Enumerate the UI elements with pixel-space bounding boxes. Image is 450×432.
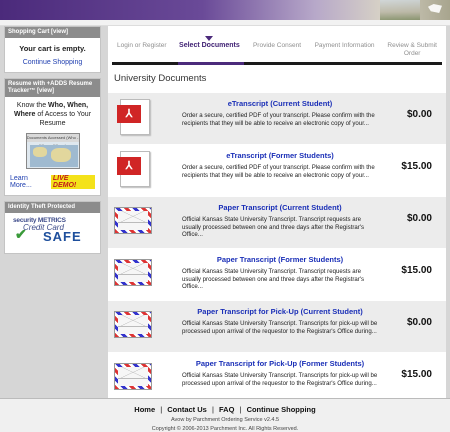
step-label: Login or Register (117, 42, 167, 49)
tracker-description: Know the Who, When, Where of Access to Y… (5, 97, 100, 130)
product-title[interactable]: Paper Transcript for Pick-Up (Former Stu… (182, 359, 378, 368)
page: Shopping Cart [view] Your cart is empty.… (0, 0, 450, 432)
product-price: $15.00 (401, 369, 432, 380)
product-title[interactable]: Paper Transcript for Pick-Up (Current St… (182, 307, 378, 316)
product-description: Order a secure, certified PDF of your tr… (182, 164, 375, 179)
step-provide-consent: Provide Consent (243, 36, 311, 64)
tracker-text-2: of Access to Your Resume (37, 111, 92, 127)
main-content: Login or Register Select Documents Provi… (108, 26, 446, 398)
step-label: Provide Consent (252, 42, 302, 49)
product-description: Official Kansas State University Transcr… (182, 372, 378, 387)
footer-nav: Home | Contact Us | FAQ | Continue Shopp… (0, 399, 450, 414)
live-demo-link[interactable]: LIVE DEMO! (50, 175, 95, 189)
product-row[interactable]: Paper Transcript for Pick-Up (Former Stu… (108, 352, 446, 404)
step-login[interactable]: Login or Register (108, 36, 176, 64)
footer-separator: | (239, 405, 242, 414)
security-metrics-badge[interactable]: security METRICS Credit Card ✔ SAFE (13, 217, 92, 247)
step-review-submit: Review & Submit Order (378, 36, 446, 64)
order-steps: Login or Register Select Documents Provi… (108, 36, 446, 64)
product-row[interactable]: Paper Transcript for Pick-Up (Current St… (108, 300, 446, 352)
footer-version: Avow by Parchment Ordering Service v2.4.… (170, 417, 280, 423)
cart-view-link[interactable]: [view] (51, 29, 68, 35)
product-description: Official Kansas State University Transcr… (182, 216, 365, 238)
product-list: ⅄ eTranscript (Current Student) Order a … (108, 92, 446, 404)
resume-tracker-header: Resume with +ADDS Resume Tracker™ [view] (5, 79, 100, 97)
footer-copyright: Copyright © 2006-2013 Parchment Inc. All… (151, 426, 299, 432)
pdf-icon: ⅄ (114, 97, 154, 137)
step-label: Select Documents (179, 42, 240, 49)
footer-faq-link[interactable]: FAQ (219, 405, 234, 414)
product-price: $0.00 (406, 213, 432, 224)
tracker-view-link[interactable]: [view] (37, 88, 54, 94)
section-title: University Documents (114, 73, 207, 84)
envelope-icon (114, 357, 154, 397)
shopping-cart-title: Shopping Cart (8, 29, 50, 35)
product-row[interactable]: ⅄ eTranscript (Former Students) Order a … (108, 144, 446, 196)
identity-theft-box: Identity Theft Protected security METRIC… (4, 201, 101, 254)
footer: Home | Contact Us | FAQ | Continue Shopp… (0, 398, 450, 432)
university-logo (428, 4, 442, 13)
continue-shopping-link[interactable]: Continue Shopping (5, 59, 100, 72)
tracker-map-label: Documents Accessed (Who - When - Where) (26, 134, 79, 148)
footer-continue-shopping-link[interactable]: Continue Shopping (247, 405, 316, 414)
product-description: Official Kansas State University Transcr… (182, 268, 365, 290)
footer-home-link[interactable]: Home (134, 405, 155, 414)
footer-separator: | (160, 405, 163, 414)
product-description: Official Kansas State University Transcr… (182, 320, 378, 335)
product-price: $0.00 (406, 317, 432, 328)
campus-photo (380, 0, 420, 20)
footer-separator: | (211, 405, 214, 414)
product-row[interactable]: Paper Transcript (Former Students) Offic… (108, 248, 446, 300)
cart-empty-message: Your cart is empty. (19, 44, 86, 53)
product-title[interactable]: eTranscript (Current Student) (182, 99, 378, 108)
step-label: Review & Submit Order (387, 42, 437, 57)
identity-theft-header: Identity Theft Protected (5, 202, 100, 213)
sidebar: Shopping Cart [view] Your cart is empty.… (4, 26, 101, 398)
product-price: $0.00 (406, 109, 432, 120)
learn-more-link[interactable]: Learn More... (10, 175, 51, 189)
envelope-icon (114, 253, 154, 293)
step-label: Payment Information (314, 42, 375, 49)
checkmark-icon: ✔ (15, 226, 27, 242)
tracker-text-1: Know the (16, 102, 47, 109)
envelope-icon (114, 305, 154, 345)
product-title[interactable]: Paper Transcript (Former Students) (182, 255, 378, 264)
envelope-icon (114, 201, 154, 241)
product-title[interactable]: Paper Transcript (Current Student) (182, 203, 378, 212)
map-continent (50, 148, 71, 162)
shopping-cart-box: Shopping Cart [view] Your cart is empty.… (4, 26, 101, 73)
current-step-arrow-icon (205, 36, 214, 41)
step-payment-information: Payment Information (311, 36, 379, 64)
footer-contact-link[interactable]: Contact Us (167, 405, 207, 414)
step-select-documents: Select Documents (176, 36, 244, 64)
tracker-map-image[interactable]: Documents Accessed (Who - When - Where) (25, 133, 80, 169)
tracker-links: Learn More... LIVE DEMO! (5, 172, 100, 195)
resume-tracker-box: Resume with +ADDS Resume Tracker™ [view]… (4, 78, 101, 196)
product-price: $15.00 (401, 161, 432, 172)
step-progress-bar (112, 62, 442, 65)
product-row[interactable]: Paper Transcript (Current Student) Offic… (108, 196, 446, 248)
pdf-icon: ⅄ (114, 149, 154, 189)
map-continent (32, 147, 47, 157)
shopping-cart-header: Shopping Cart [view] (5, 27, 100, 38)
product-row[interactable]: ⅄ eTranscript (Current Student) Order a … (108, 92, 446, 144)
product-price: $15.00 (401, 265, 432, 276)
product-title[interactable]: eTranscript (Former Students) (182, 151, 378, 160)
university-banner (0, 0, 450, 20)
product-description: Order a secure, certified PDF of your tr… (182, 112, 375, 127)
